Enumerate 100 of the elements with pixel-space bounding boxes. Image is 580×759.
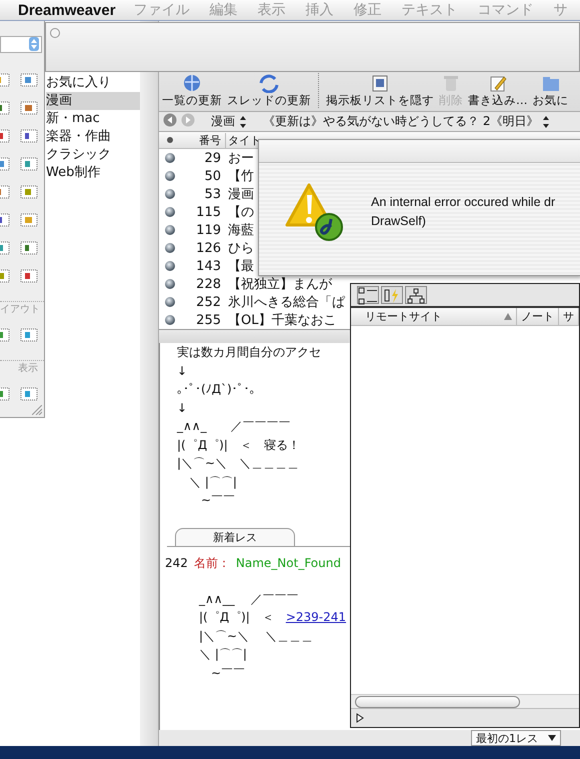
post-line: ↓ bbox=[177, 400, 188, 416]
column-header[interactable]: サ bbox=[559, 308, 579, 325]
post-line: ~￣￣ bbox=[210, 664, 246, 682]
status-dot-icon bbox=[165, 261, 175, 271]
refresh-icon bbox=[257, 73, 281, 93]
sidebar-item[interactable]: 新・mac bbox=[46, 110, 140, 128]
tree-icon bbox=[406, 287, 426, 305]
sidebar-item[interactable]: お気に入り bbox=[46, 74, 140, 92]
sort-icon bbox=[504, 313, 512, 320]
toolbar-button[interactable]: 掲示板リストを隠す bbox=[326, 73, 434, 108]
insert-object-icon bbox=[20, 183, 38, 201]
resize-grip-icon bbox=[32, 405, 42, 415]
layout-frame-icon bbox=[20, 385, 38, 403]
toolbar-button[interactable]: スレッドの更新 bbox=[227, 73, 311, 108]
column-header[interactable]: リモートサイト bbox=[365, 308, 442, 325]
toolbar-button[interactable]: 一覧の更新 bbox=[162, 73, 222, 108]
table-cell-text: 53 bbox=[203, 186, 222, 202]
table-cell-text: 漫画 bbox=[227, 186, 254, 203]
view-button[interactable] bbox=[405, 286, 427, 304]
scrollbar-thumb[interactable] bbox=[355, 696, 520, 708]
view-button[interactable] bbox=[381, 286, 403, 304]
post-line: ｡･ﾟ･(ﾉД`)･ﾟ･｡ bbox=[177, 381, 257, 398]
table-cell-text: 255 bbox=[195, 312, 222, 328]
sidebar-item[interactable]: クラシック bbox=[46, 146, 140, 164]
table-cell-text: 【OL】千葉なおこ bbox=[227, 312, 336, 329]
table-cell-text: 海藍 bbox=[227, 222, 254, 239]
post-line: |＼⌒~＼ ＼＿＿＿＿ bbox=[177, 455, 300, 472]
dot-icon bbox=[167, 137, 173, 143]
section-label: 表示 bbox=[0, 360, 44, 375]
status-dot-icon bbox=[165, 207, 175, 217]
caret-icon bbox=[548, 735, 556, 741]
table-cell-text: 228 bbox=[195, 276, 222, 292]
name-label: 名前： bbox=[194, 556, 230, 570]
status-dot-icon bbox=[165, 243, 175, 253]
post-line: 実は数カ月間自分のアクセ bbox=[177, 344, 322, 361]
column-header[interactable]: タイト bbox=[226, 132, 261, 148]
status-dot-icon bbox=[165, 189, 175, 199]
category-popup[interactable] bbox=[0, 36, 42, 53]
table-cell-text: おー bbox=[227, 150, 254, 167]
insert-object-icon bbox=[20, 155, 38, 173]
post-line: |(゜Д゜)| ＜ bbox=[199, 610, 275, 624]
updown-icon bbox=[542, 116, 550, 128]
post-line: |＼⌒~＼ ＼＿＿＿ bbox=[199, 628, 314, 645]
window-button-icon bbox=[50, 28, 60, 38]
column-header[interactable]: 番号 bbox=[181, 132, 226, 148]
status-dot-icon bbox=[165, 225, 175, 235]
insert-object-icon bbox=[20, 71, 38, 89]
new-replies-tab[interactable]: 新着レス bbox=[175, 528, 295, 546]
insert-object-icon bbox=[20, 239, 38, 257]
sidebar-item[interactable]: 楽器・作曲 bbox=[46, 128, 140, 146]
table-cell-text: 143 bbox=[195, 258, 222, 274]
post-number: 242 bbox=[165, 556, 188, 570]
status-dot-icon bbox=[165, 297, 175, 307]
table-cell-text: 【竹 bbox=[227, 168, 254, 185]
status-dot-icon bbox=[165, 171, 175, 181]
poster-name: Name_Not_Found bbox=[236, 556, 341, 570]
table-cell-text: 【の bbox=[227, 204, 254, 221]
updown-icon bbox=[29, 37, 39, 51]
insert-object-icon bbox=[20, 211, 38, 229]
sidebar-item[interactable]: 漫画 bbox=[46, 92, 140, 110]
thread-popup[interactable]: 《更新は》やる気がない時どうしてる？ 2《明日》 bbox=[263, 113, 550, 130]
status-dot-icon bbox=[165, 315, 175, 325]
table-cell-text: 119 bbox=[195, 222, 222, 238]
post-line: _∧∧__ ／￣￣￣ bbox=[199, 590, 300, 608]
status-dot-icon bbox=[165, 153, 175, 163]
range-popup[interactable]: 最初の1レス bbox=[471, 730, 561, 746]
back-icon bbox=[163, 113, 177, 127]
insert-object-icon bbox=[20, 99, 38, 117]
disclosure-icon bbox=[356, 713, 364, 723]
board-popup[interactable]: 漫画 bbox=[211, 113, 247, 130]
column-header[interactable]: ノート bbox=[517, 308, 559, 325]
insert-object-icon bbox=[20, 127, 38, 145]
alert-message: An internal error occured while dr DrawSelf) bbox=[371, 194, 556, 230]
insert-object-icon bbox=[20, 267, 38, 285]
reply-link[interactable]: >239-241 bbox=[286, 610, 346, 624]
status-dot-icon bbox=[165, 279, 175, 289]
table-cell-text: 【最 bbox=[227, 258, 254, 275]
post-line: ↓ bbox=[177, 362, 188, 380]
table-cell-text: 115 bbox=[195, 204, 222, 220]
view-button[interactable] bbox=[357, 286, 379, 304]
toolbar-button[interactable]: 書き込み… bbox=[468, 73, 528, 108]
table-cell-text: 252 bbox=[195, 294, 222, 310]
post-line: ＼ |⌒⌒| bbox=[199, 646, 248, 663]
layout-frame-icon bbox=[20, 326, 38, 344]
post-line: _∧∧_ ／￣￣￣￣ bbox=[177, 418, 292, 435]
post-line: |(゜Д゜)| ＜ 寝る！ bbox=[177, 436, 301, 454]
sidebar-item[interactable]: Web制作 bbox=[46, 164, 140, 182]
table-cell-text: ひら bbox=[227, 240, 254, 257]
app-menu[interactable]: Dreamweaver bbox=[18, 2, 116, 18]
post-line: ＼ |⌒⌒| bbox=[188, 474, 238, 491]
forward-icon bbox=[181, 113, 195, 127]
table-cell-text: 126 bbox=[195, 240, 222, 256]
updown-icon bbox=[239, 116, 247, 128]
table-cell-text: 氷川へきる総合「ぱ bbox=[227, 294, 345, 311]
table-cell-text: 50 bbox=[203, 168, 222, 184]
post-line: ~￣￣ bbox=[200, 492, 236, 509]
toolbar-button[interactable]: お気に bbox=[532, 73, 568, 108]
table-cell-text: 【祝独立】まんが bbox=[227, 276, 332, 293]
table-cell-text: 29 bbox=[203, 150, 222, 166]
section-label: イアウト bbox=[0, 301, 44, 316]
